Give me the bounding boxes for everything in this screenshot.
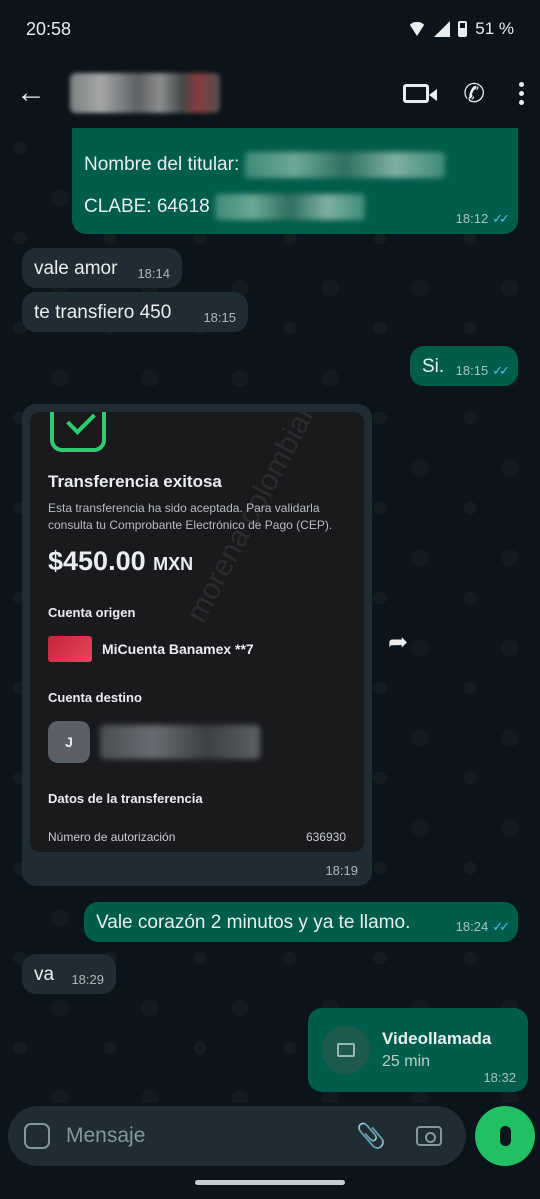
read-ticks-icon: ✓✓ <box>492 363 510 378</box>
clabe-label: CLABE: 64618 <box>84 196 210 218</box>
destination-avatar: J <box>48 721 90 763</box>
read-ticks-icon: ✓✓ <box>492 211 510 226</box>
message-text: vale amor <box>34 258 118 279</box>
origin-account: MiCuenta Banamex **7 <box>102 641 254 657</box>
message-text: Si. <box>422 356 445 377</box>
camera-icon[interactable] <box>415 1126 442 1146</box>
message-time: 18:14 <box>137 266 170 281</box>
status-time: 20:58 <box>26 18 72 39</box>
message-text: te transfiero 450 <box>34 302 172 323</box>
attach-clip-icon[interactable]: 📎 <box>356 1122 386 1151</box>
message-outgoing[interactable]: Si. 18:15 ✓✓ <box>410 346 518 386</box>
message-composer: 📎 <box>8 1106 466 1166</box>
message-text: va <box>34 964 55 985</box>
read-ticks-icon: ✓✓ <box>492 919 510 934</box>
message-time: 18:24 <box>455 919 489 934</box>
status-bar: 20:58 51 % <box>0 0 540 58</box>
message-incoming[interactable]: te transfiero 450 18:15 <box>22 292 248 332</box>
back-arrow-icon[interactable]: ← <box>16 76 56 110</box>
phone-call-icon[interactable]: ✆ <box>463 78 485 109</box>
redacted-destination <box>100 725 260 759</box>
destination-label: Cuenta destino <box>48 690 142 705</box>
video-camera-icon <box>322 1026 370 1074</box>
contact-name-redacted[interactable] <box>70 73 220 113</box>
receipt-subtitle: Esta transferencia ha sido aceptada. Par… <box>48 501 333 532</box>
status-icons: 51 % <box>408 19 514 39</box>
receipt-currency: MXN <box>153 554 194 574</box>
forward-icon[interactable]: ➦ <box>388 628 408 657</box>
message-time: 18:12 <box>455 211 489 226</box>
bank-card-icon <box>48 636 92 662</box>
video-call-icon[interactable] <box>403 83 438 103</box>
message-time: 18:15 <box>455 363 489 378</box>
chat-area[interactable]: Nombre del titular: CLABE: 64618 18:12 ✓✓… <box>0 128 540 1103</box>
message-bank-details[interactable]: Nombre del titular: CLABE: 64618 18:12 ✓✓ <box>72 128 518 234</box>
more-options-icon[interactable] <box>519 81 524 105</box>
auth-label: Número de autorización <box>48 830 176 844</box>
details-label: Datos de la transferencia <box>48 791 203 806</box>
microphone-button[interactable] <box>475 1106 535 1166</box>
receipt-title: Transferencia exitosa <box>48 472 222 491</box>
message-time: 18:32 <box>483 1070 516 1085</box>
success-check-icon <box>50 412 106 452</box>
redacted-clabe <box>214 194 365 220</box>
video-call-duration: 25 min <box>382 1053 431 1070</box>
chat-header: ← ✆ <box>0 58 540 128</box>
wifi-icon <box>408 22 427 36</box>
transfer-receipt-image[interactable]: Transferencia exitosa Esta transferencia… <box>22 404 372 886</box>
message-time: 18:19 <box>325 863 358 878</box>
message-incoming[interactable]: va 18:29 <box>22 954 116 994</box>
receipt-amount-row: $450.00 MXN <box>48 546 346 577</box>
message-incoming[interactable]: vale amor 18:14 <box>22 248 182 288</box>
message-input[interactable] <box>66 1124 346 1148</box>
battery-level: 51 % <box>475 19 514 38</box>
auth-value: 636930 <box>305 830 346 844</box>
video-call-message[interactable]: Videollamada 25 min 18:32 <box>308 1008 528 1092</box>
microphone-icon <box>499 1126 511 1146</box>
message-time: 18:29 <box>71 972 104 987</box>
battery-icon <box>458 21 468 37</box>
redacted-name <box>244 152 445 178</box>
message-outgoing[interactable]: Vale corazón 2 minutos y ya te llamo. 18… <box>84 902 518 942</box>
sticker-emoji-icon[interactable] <box>24 1123 50 1149</box>
message-time: 18:15 <box>203 310 236 325</box>
signal-icon <box>434 21 451 37</box>
message-text: Vale corazón 2 minutos y ya te llamo. <box>96 912 411 933</box>
receipt-amount: $450.00 <box>48 546 146 576</box>
video-call-title: Videollamada <box>382 1029 492 1048</box>
home-indicator[interactable] <box>195 1180 345 1185</box>
account-holder-label: Nombre del titular: <box>84 154 240 176</box>
